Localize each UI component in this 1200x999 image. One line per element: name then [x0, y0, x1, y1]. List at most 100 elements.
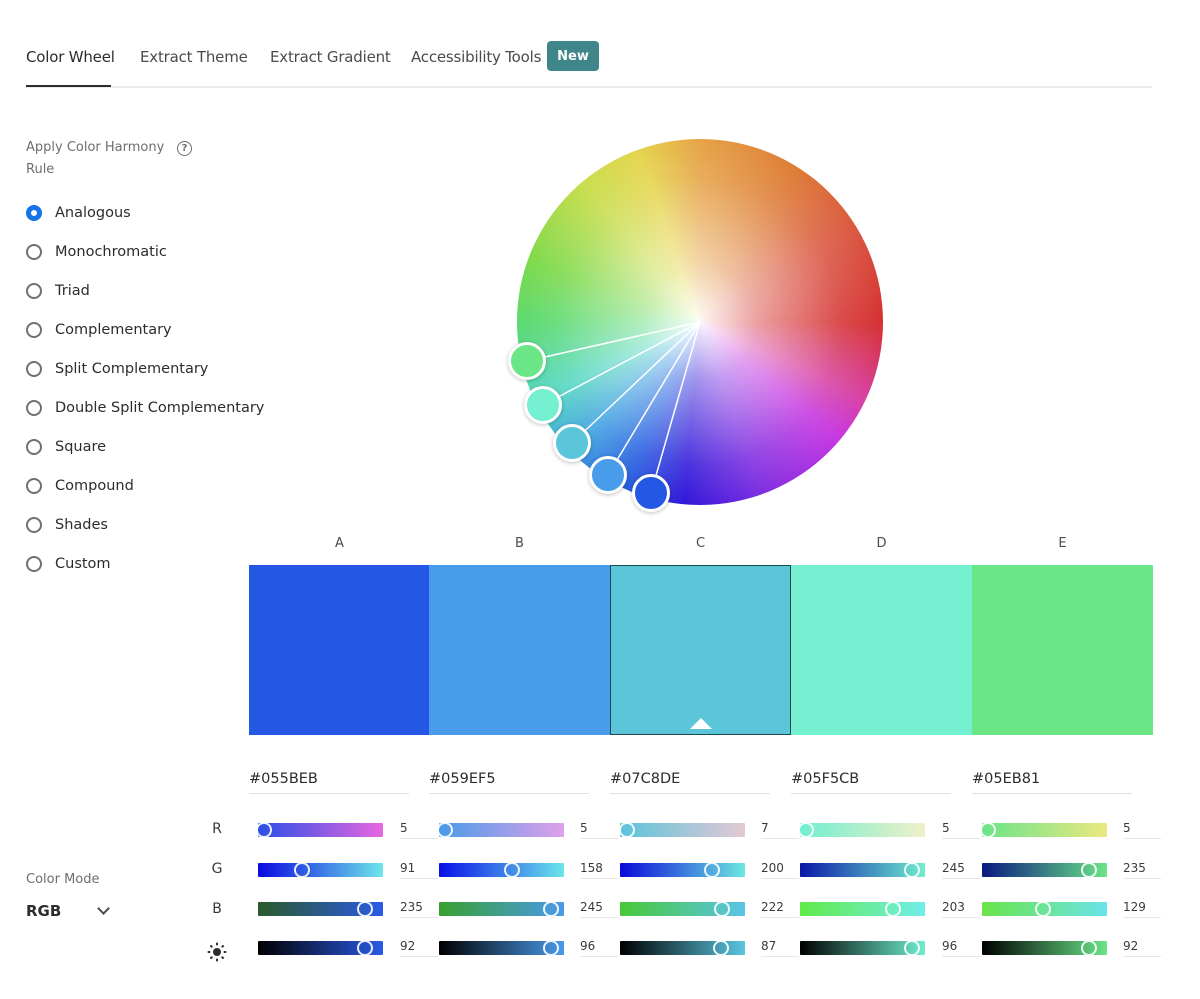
- radio-button[interactable]: [26, 478, 42, 494]
- harmony-rule-analogous[interactable]: Analogous: [26, 198, 286, 228]
- wheel-handle-d[interactable]: [524, 386, 562, 424]
- slider-thumb[interactable]: [713, 940, 730, 956]
- hex-input-a[interactable]: [249, 764, 409, 794]
- slider-b-r[interactable]: [437, 822, 564, 838]
- tab-extract-theme[interactable]: Extract Theme: [140, 48, 248, 66]
- harmony-rule-custom[interactable]: Custom: [26, 549, 286, 579]
- harmony-rule-shades[interactable]: Shades: [26, 510, 286, 540]
- slider-thumb[interactable]: [885, 901, 902, 917]
- hex-input-d[interactable]: [791, 764, 951, 794]
- slider-a-b[interactable]: [258, 901, 383, 917]
- hex-input-b[interactable]: [429, 764, 589, 794]
- radio-button[interactable]: [26, 400, 42, 416]
- slider-a-r[interactable]: [256, 822, 383, 838]
- harmony-rule-complementary[interactable]: Complementary: [26, 315, 286, 345]
- slider-thumb[interactable]: [542, 940, 559, 956]
- value-input-a-g[interactable]: [400, 857, 438, 879]
- value-input-d-brightness[interactable]: [942, 935, 980, 957]
- slider-thumb[interactable]: [542, 901, 559, 917]
- wheel-handle-c[interactable]: [553, 424, 591, 462]
- slider-thumb[interactable]: [357, 940, 374, 956]
- radio-button[interactable]: [26, 556, 42, 572]
- harmony-rule-monochromatic[interactable]: Monochromatic: [26, 237, 286, 267]
- slider-d-brightness[interactable]: [800, 940, 925, 956]
- value-input-c-r[interactable]: [761, 817, 799, 839]
- value-input-b-brightness[interactable]: [580, 935, 618, 957]
- harmony-rule-double-split-complementary[interactable]: Double Split Complementary: [26, 393, 286, 423]
- value-input-a-b[interactable]: [400, 896, 438, 918]
- wheel-handle-e[interactable]: [508, 342, 546, 380]
- slider-thumb[interactable]: [504, 862, 521, 878]
- slider-a-g[interactable]: [258, 862, 383, 878]
- slider-d-g[interactable]: [800, 862, 925, 878]
- wheel-handle-a[interactable]: [632, 474, 670, 512]
- slider-e-b[interactable]: [982, 901, 1107, 917]
- slider-thumb[interactable]: [713, 901, 730, 917]
- value-input-a-brightness[interactable]: [400, 935, 438, 957]
- value-input-b-g[interactable]: [580, 857, 618, 879]
- harmony-rule-compound[interactable]: Compound: [26, 471, 286, 501]
- wheel-handle-b[interactable]: [589, 456, 627, 494]
- slider-c-r[interactable]: [619, 822, 745, 838]
- slider-d-b[interactable]: [800, 901, 925, 917]
- harmony-rule-split-complementary[interactable]: Split Complementary: [26, 354, 286, 384]
- slider-b-b[interactable]: [439, 901, 564, 917]
- value-input-c-brightness[interactable]: [761, 935, 799, 957]
- slider-c-b[interactable]: [620, 901, 745, 917]
- slider-thumb[interactable]: [980, 822, 997, 838]
- value-input-c-g[interactable]: [761, 857, 799, 879]
- value-input-d-b[interactable]: [942, 896, 980, 918]
- hex-input-e[interactable]: [972, 764, 1132, 794]
- slider-thumb[interactable]: [619, 822, 636, 838]
- radio-button[interactable]: [26, 439, 42, 455]
- slider-thumb[interactable]: [1034, 901, 1051, 917]
- slider-e-brightness[interactable]: [982, 940, 1107, 956]
- tab-extract-gradient[interactable]: Extract Gradient: [270, 48, 391, 66]
- color-swatch-b[interactable]: [429, 565, 610, 735]
- value-input-e-brightness[interactable]: [1123, 935, 1161, 957]
- slider-e-r[interactable]: [980, 822, 1107, 838]
- radio-button[interactable]: [26, 322, 42, 338]
- slider-e-g[interactable]: [982, 862, 1107, 878]
- value-input-a-r[interactable]: [400, 817, 438, 839]
- radio-button[interactable]: [26, 283, 42, 299]
- tab-accessibility-tools[interactable]: Accessibility Tools: [411, 48, 541, 66]
- slider-thumb[interactable]: [437, 822, 454, 838]
- value-input-e-g[interactable]: [1123, 857, 1161, 879]
- slider-thumb[interactable]: [703, 862, 720, 878]
- slider-thumb[interactable]: [293, 862, 310, 878]
- color-swatch-a[interactable]: [249, 565, 430, 735]
- value-input-d-g[interactable]: [942, 857, 980, 879]
- radio-button[interactable]: [26, 244, 42, 260]
- slider-c-brightness[interactable]: [620, 940, 745, 956]
- slider-thumb[interactable]: [1081, 862, 1098, 878]
- slider-thumb[interactable]: [903, 940, 920, 956]
- value-input-c-b[interactable]: [761, 896, 799, 918]
- color-swatch-d[interactable]: [791, 565, 972, 735]
- color-swatch-c[interactable]: [610, 565, 791, 735]
- slider-b-brightness[interactable]: [439, 940, 564, 956]
- value-input-b-b[interactable]: [580, 896, 618, 918]
- value-input-b-r[interactable]: [580, 817, 618, 839]
- value-input-d-r[interactable]: [942, 817, 980, 839]
- slider-c-g[interactable]: [620, 862, 745, 878]
- radio-button[interactable]: [26, 361, 42, 377]
- slider-thumb[interactable]: [1081, 940, 1098, 956]
- slider-thumb[interactable]: [798, 822, 815, 838]
- slider-b-g[interactable]: [439, 862, 564, 878]
- tab-color-wheel[interactable]: Color Wheel: [26, 48, 115, 66]
- slider-thumb[interactable]: [357, 901, 374, 917]
- slider-d-r[interactable]: [798, 822, 925, 838]
- color-swatch-e[interactable]: [972, 565, 1153, 735]
- slider-a-brightness[interactable]: [258, 940, 383, 956]
- slider-thumb[interactable]: [256, 822, 273, 838]
- color-mode-dropdown[interactable]: RGB: [26, 898, 116, 924]
- harmony-rule-triad[interactable]: Triad: [26, 276, 286, 306]
- value-input-e-b[interactable]: [1123, 896, 1161, 918]
- radio-button[interactable]: [26, 205, 42, 221]
- hex-input-c[interactable]: [610, 764, 770, 794]
- question-circle-icon[interactable]: ?: [177, 141, 192, 156]
- slider-thumb[interactable]: [903, 862, 920, 878]
- radio-button[interactable]: [26, 517, 42, 533]
- value-input-e-r[interactable]: [1123, 817, 1161, 839]
